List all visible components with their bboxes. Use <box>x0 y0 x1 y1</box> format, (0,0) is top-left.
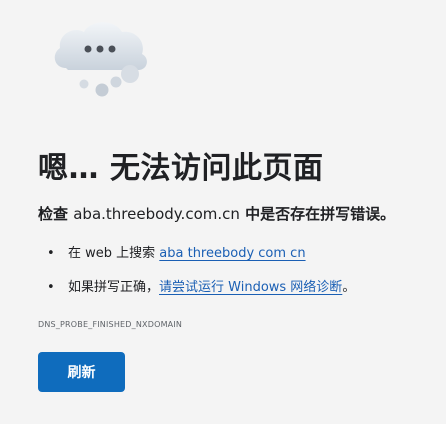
page-title: 嗯… 无法访问此页面 <box>38 151 324 186</box>
domain-name: aba.threebody.com.cn <box>73 205 240 223</box>
suggestion-list: • 在 web 上搜索 aba threebody com cn • 如果拼写正确，… <box>38 244 355 312</box>
suggestion-text: 如果拼写正确， <box>68 280 160 295</box>
search-web-link[interactable]: aba threebody com cn <box>159 246 305 261</box>
subtitle-prefix: 检查 <box>38 205 74 223</box>
refresh-button[interactable]: 刷新 <box>38 352 125 392</box>
error-code: DNS_PROBE_FINISHED_NXDOMAIN <box>38 320 183 329</box>
bullet: • <box>47 246 55 261</box>
suggestion-suffix: 。 <box>342 280 356 295</box>
suggestion-diagnostics: • 如果拼写正确，请尝试运行 Windows 网络诊断。 <box>38 278 355 298</box>
subtitle-suffix: 中是否存在拼写错误。 <box>239 205 396 223</box>
suggestion-text: 在 web 上搜索 <box>68 246 160 261</box>
error-subtitle: 检查 aba.threebody.com.cn 中是否存在拼写错误。 <box>38 203 395 225</box>
suggestion-search: • 在 web 上搜索 aba threebody com cn <box>38 244 355 264</box>
network-diagnostics-link[interactable]: 请尝试运行 Windows 网络诊断 <box>159 280 342 295</box>
error-page: 嗯… 无法访问此页面 检查 aba.threebody.com.cn 中是否存在… <box>0 0 446 424</box>
bullet: • <box>47 280 55 295</box>
disconnected-cloud-icon <box>54 22 147 97</box>
